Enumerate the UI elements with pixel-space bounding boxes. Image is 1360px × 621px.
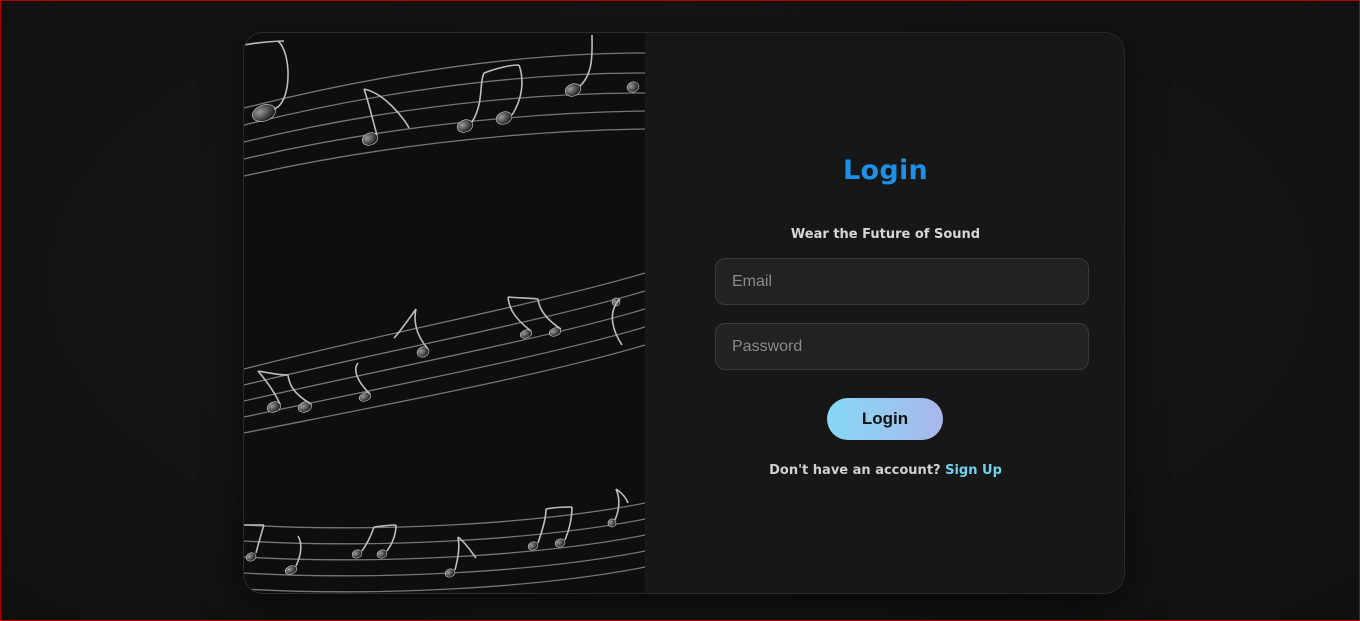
signup-prompt-row: Don't have an account? Sign Up (645, 463, 1124, 478)
login-button[interactable]: Login (827, 398, 943, 440)
signup-prompt-text: Don't have an account? (769, 463, 946, 478)
password-field[interactable] (715, 323, 1089, 370)
music-staff-image (244, 34, 645, 593)
page-title: Login (842, 155, 929, 186)
page-background: Login Wear the Future of Sound Login Don… (0, 0, 1360, 621)
login-card: Login Wear the Future of Sound Login Don… (243, 32, 1125, 594)
music-notes-illustration (244, 33, 645, 593)
email-field[interactable] (715, 258, 1089, 305)
tagline: Wear the Future of Sound (790, 227, 981, 242)
login-form-panel: Login Wear the Future of Sound Login Don… (645, 33, 1124, 593)
signup-link[interactable]: Sign Up (945, 463, 1002, 478)
